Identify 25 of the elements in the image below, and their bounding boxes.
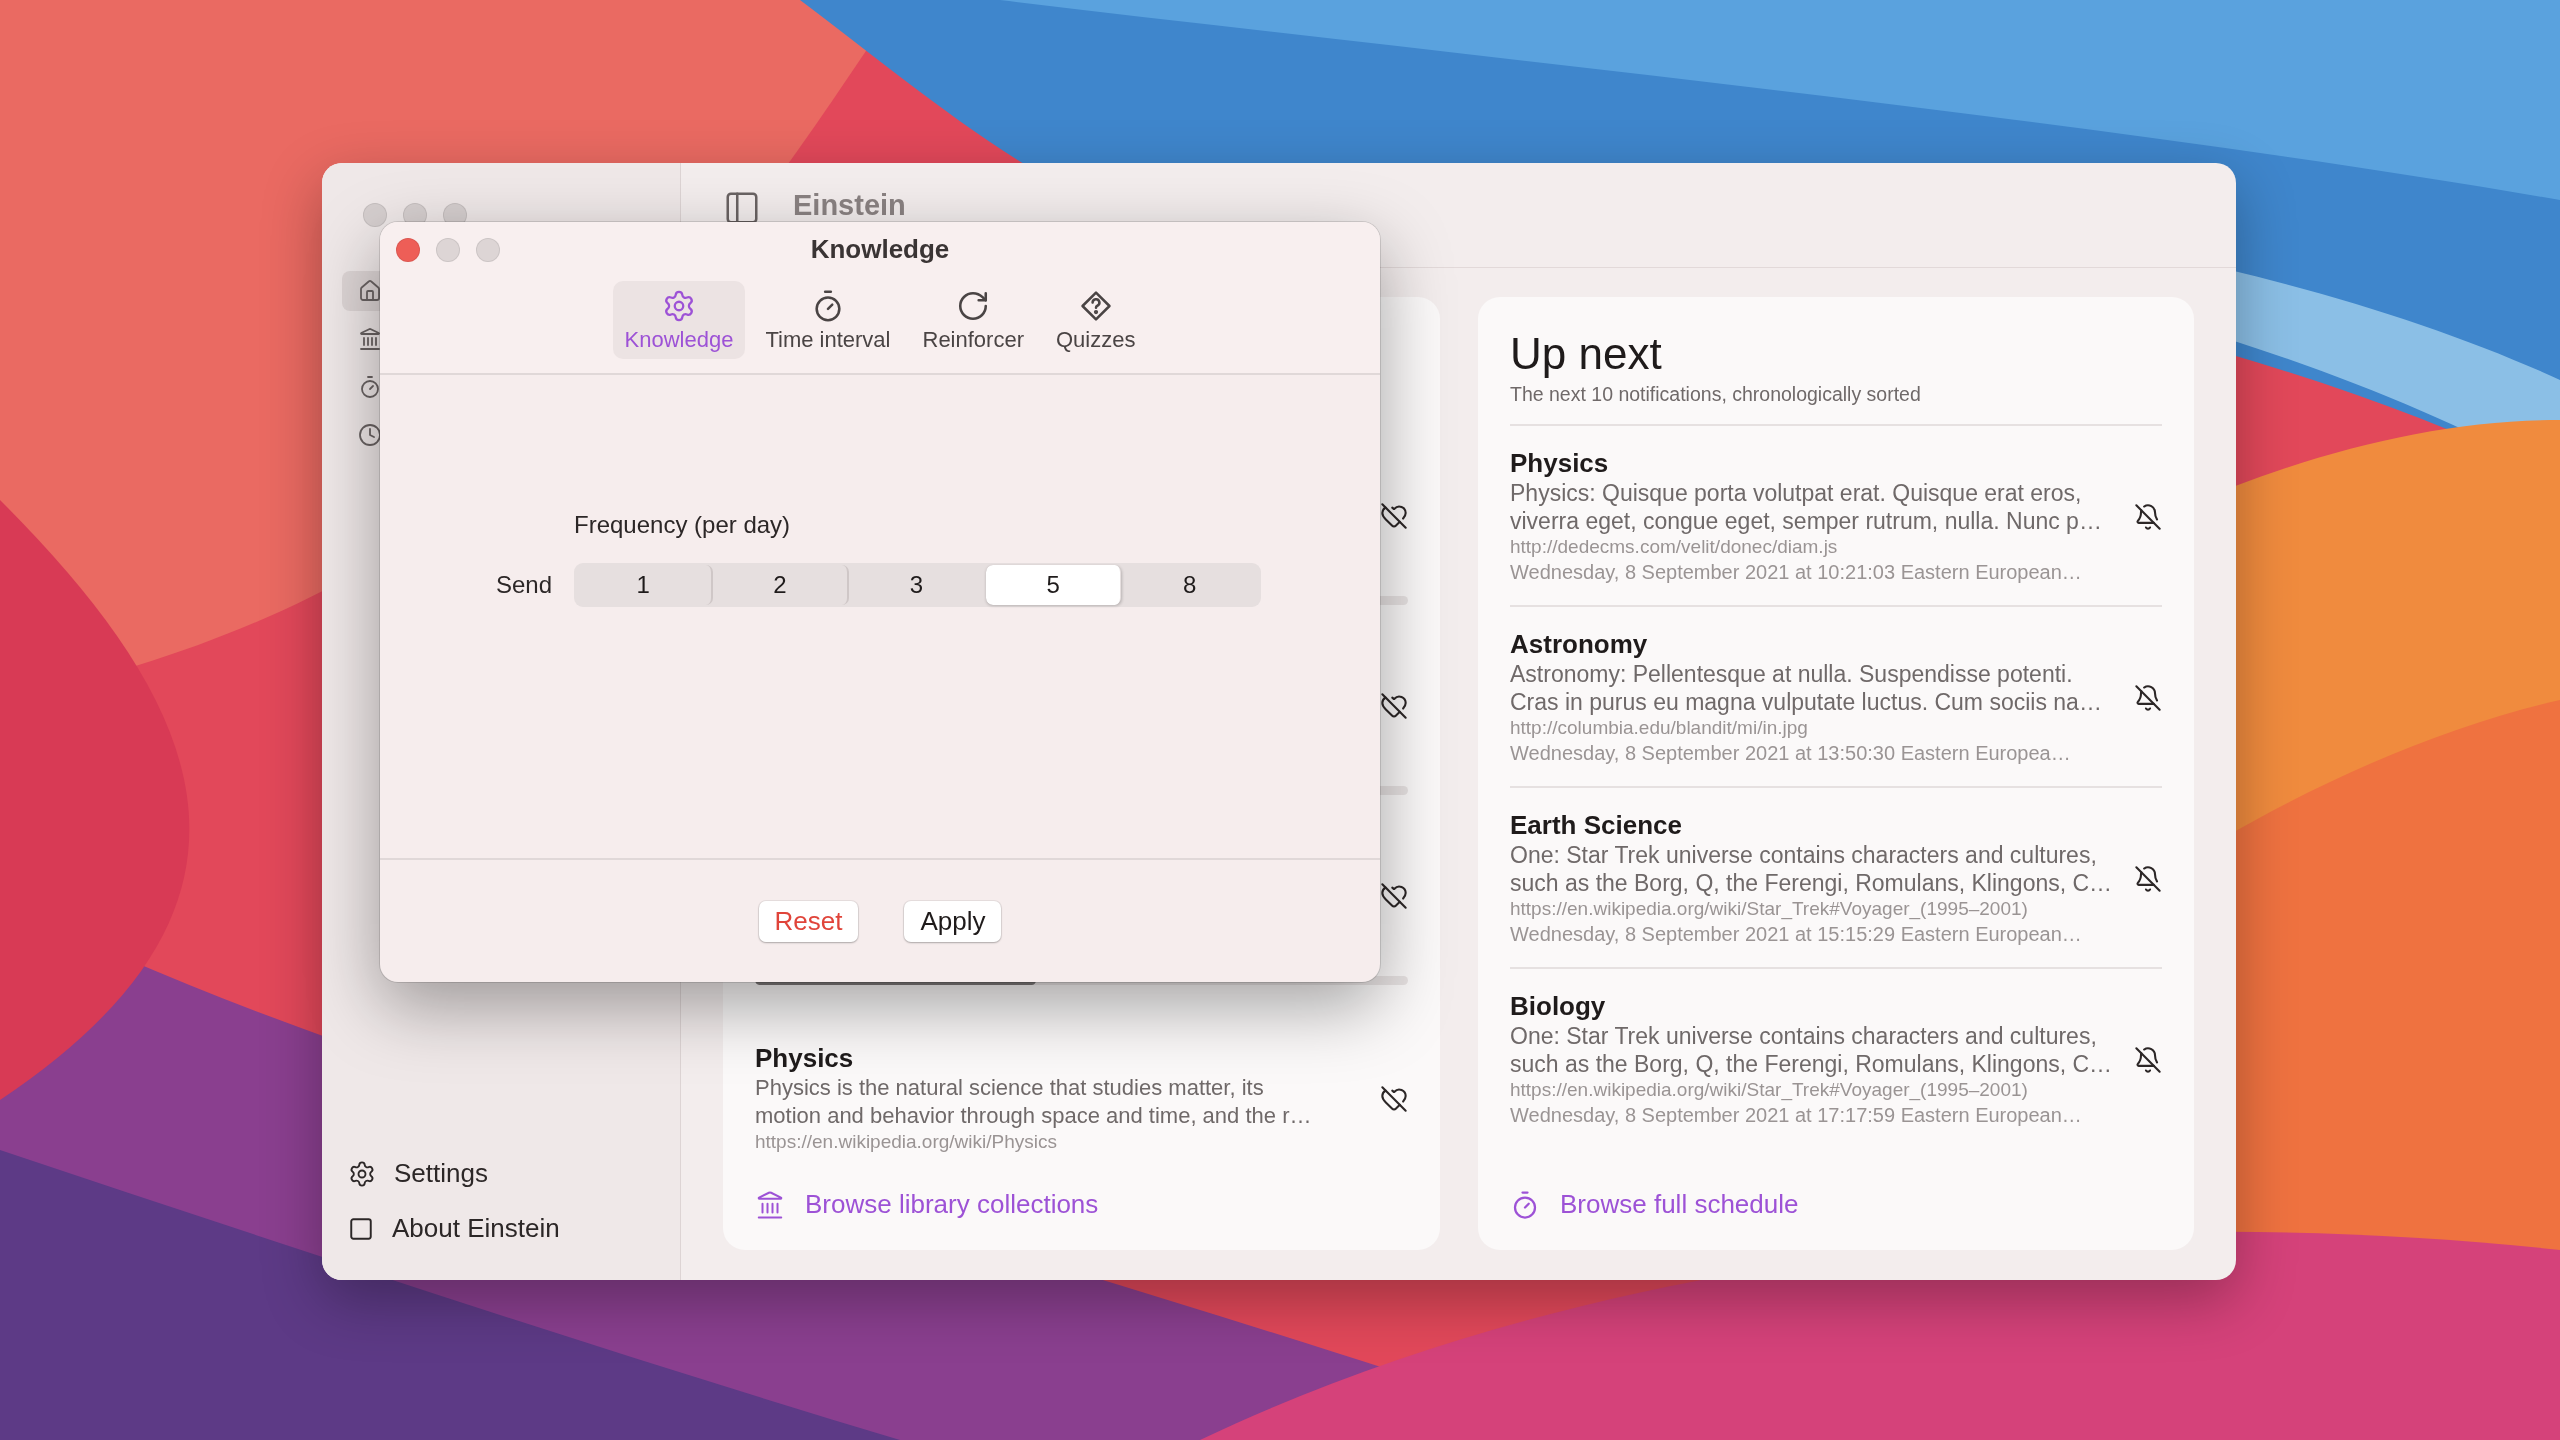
send-label: Send (494, 571, 552, 599)
section-title: Up next (1510, 329, 1663, 379)
notification-text: Astronomy: Pellentesque at nulla. Suspendisse potenti. Cras in purus eu magna vulputate luctus. Cum sociis na… (1510, 660, 2103, 716)
section-subtitle: The next 10 notifications, chronologically sorted (1510, 383, 2162, 426)
notification-title: Astronomy (1510, 629, 1649, 660)
notification-title: Physics (1510, 448, 1610, 479)
notification-date: Wednesday, 8 September 2021 at 10:21:03 Eastern European… (1510, 560, 2083, 585)
notification-date: Wednesday, 8 September 2021 at 15:15:29 Eastern European… (1510, 922, 2083, 947)
notification-text: One: Star Trek universe contains characters and cultures, such as the Borg, Q, the Ferengi, Romulans, Klingons, C… (1510, 1022, 2114, 1078)
notification-date: Wednesday, 8 September 2021 at 17:17:59 Eastern European… (1510, 1103, 2083, 1128)
notification-url: https://en.wikipedia.org/wiki/Star_Trek#Voyager_(1995–2001) (1510, 1078, 2029, 1102)
item-title: Physics (755, 1043, 855, 1074)
notification-title: Earth Science (1510, 810, 1683, 841)
notification-url: http://columbia.edu/blandit/mi/in.jpg (1510, 716, 1809, 740)
frequency-heading: Frequency (per day) (574, 511, 792, 539)
item-url: https://en.wikipedia.org/wiki/Physics (755, 1130, 1058, 1154)
notification-url: https://en.wikipedia.org/wiki/Star_Trek#Voyager_(1995–2001) (1510, 897, 2029, 921)
notification-text: One: Star Trek universe contains characters and cultures, such as the Borg, Q, the Ferengi, Romulans, Klingons, C… (1510, 841, 2114, 897)
item-description: Physics is the natural science that studies matter, its motion and behavior through space and time, and the r… (755, 1074, 1313, 1130)
notification-title: Biology (1510, 991, 1607, 1022)
window-title: Einstein (793, 189, 906, 221)
notification-text: Physics: Quisque porta volutpat erat. Quisque erat eros, viverra eget, congue eget, semper rutrum, nulla. Nunc p… (1510, 479, 2103, 535)
notification-date: Wednesday, 8 September 2021 at 13:50:30 Eastern Europea… (1510, 741, 2072, 766)
notification-url: http://dedecms.com/velit/donec/diam.js (1510, 535, 1839, 559)
dialog-title: Knowledge (810, 234, 950, 265)
